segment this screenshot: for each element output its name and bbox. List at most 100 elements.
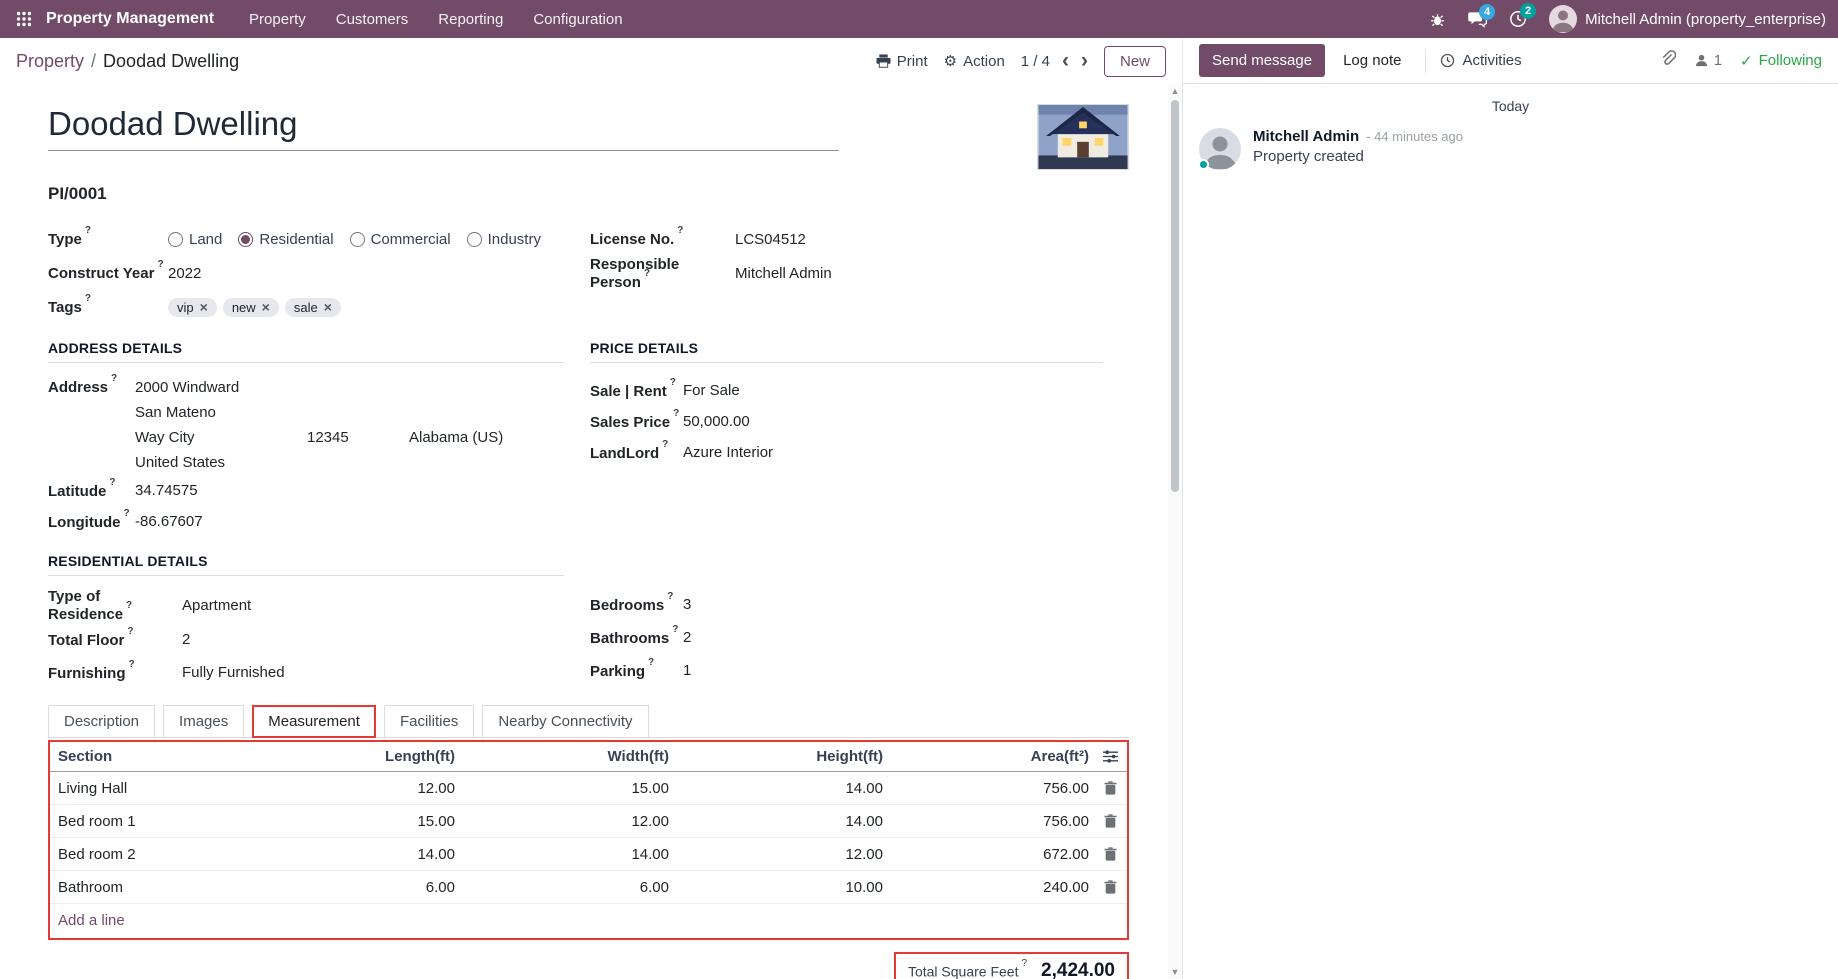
landlord-field[interactable]: Azure Interior bbox=[683, 444, 773, 461]
type-option-land[interactable]: Land bbox=[168, 231, 222, 248]
property-image[interactable] bbox=[1037, 104, 1129, 170]
construct-year-field[interactable]: 2022 bbox=[168, 265, 201, 282]
responsible-person-field[interactable]: Mitchell Admin bbox=[735, 265, 832, 282]
new-button[interactable]: New bbox=[1104, 46, 1166, 77]
cell-length[interactable]: 14.00 bbox=[245, 846, 459, 863]
sales-price-field[interactable]: 50,000.00 bbox=[683, 413, 750, 430]
menu-reporting[interactable]: Reporting bbox=[425, 3, 516, 36]
cell-width[interactable]: 15.00 bbox=[459, 780, 673, 797]
delete-row-icon[interactable] bbox=[1093, 814, 1127, 828]
cell-height[interactable]: 12.00 bbox=[673, 846, 887, 863]
cell-area[interactable]: 756.00 bbox=[887, 813, 1093, 830]
cell-length[interactable]: 15.00 bbox=[245, 813, 459, 830]
help-icon: ? bbox=[662, 439, 668, 450]
attachment-icon[interactable] bbox=[1660, 50, 1676, 71]
activities-icon[interactable]: 2 bbox=[1509, 10, 1527, 28]
cell-width[interactable]: 6.00 bbox=[459, 879, 673, 896]
print-button[interactable]: Print bbox=[876, 53, 928, 70]
delete-row-icon[interactable] bbox=[1093, 781, 1127, 795]
form-area: Doodad Dwelling bbox=[0, 84, 1182, 979]
cell-height[interactable]: 14.00 bbox=[673, 780, 887, 797]
type-option-commercial[interactable]: Commercial bbox=[350, 231, 451, 248]
delete-row-icon[interactable] bbox=[1093, 880, 1127, 894]
sale-rent-field[interactable]: For Sale bbox=[683, 382, 740, 399]
cell-section[interactable]: Bed room 1 bbox=[50, 813, 245, 830]
optional-columns-icon[interactable] bbox=[1093, 750, 1127, 763]
cell-area[interactable]: 672.00 bbox=[887, 846, 1093, 863]
cell-section[interactable]: Bed room 2 bbox=[50, 846, 245, 863]
menu-configuration[interactable]: Configuration bbox=[520, 3, 635, 36]
bedrooms-field[interactable]: 3 bbox=[683, 596, 691, 613]
menu-customers[interactable]: Customers bbox=[323, 3, 422, 36]
messages-icon[interactable]: 4 bbox=[1468, 11, 1487, 28]
pager-next-icon[interactable]: › bbox=[1081, 53, 1088, 69]
cell-width[interactable]: 12.00 bbox=[459, 813, 673, 830]
cell-section[interactable]: Bathroom bbox=[50, 879, 245, 896]
pager-previous-icon[interactable]: ‹ bbox=[1062, 53, 1069, 69]
tag-sale[interactable]: sale× bbox=[285, 298, 341, 317]
tab-images[interactable]: Images bbox=[163, 705, 244, 738]
tag-remove-icon[interactable]: × bbox=[324, 300, 332, 314]
cell-area[interactable]: 240.00 bbox=[887, 879, 1093, 896]
delete-row-icon[interactable] bbox=[1093, 847, 1127, 861]
scroll-up-icon[interactable]: ▲ bbox=[1168, 86, 1182, 96]
radio-land[interactable] bbox=[168, 232, 183, 247]
type-option-residential[interactable]: Residential bbox=[238, 231, 333, 248]
scrollbar-thumb[interactable] bbox=[1171, 100, 1179, 492]
address-zip[interactable]: 12345 bbox=[307, 429, 409, 446]
type-of-residence-field[interactable]: Apartment bbox=[182, 597, 251, 614]
tag-new[interactable]: new× bbox=[223, 298, 279, 317]
cell-height[interactable]: 14.00 bbox=[673, 813, 887, 830]
help-icon: ? bbox=[1021, 958, 1027, 969]
address-state[interactable]: Alabama (US) bbox=[409, 429, 503, 446]
cell-area[interactable]: 756.00 bbox=[887, 780, 1093, 797]
apps-grid-icon[interactable] bbox=[8, 0, 40, 38]
address-street2[interactable]: San Mateno bbox=[135, 404, 216, 421]
parking-field[interactable]: 1 bbox=[683, 662, 691, 679]
user-menu[interactable]: Mitchell Admin (property_enterprise) bbox=[1549, 5, 1826, 33]
address-country[interactable]: United States bbox=[135, 454, 225, 471]
action-button[interactable]: ⚙ Action bbox=[944, 52, 1005, 70]
radio-residential[interactable] bbox=[238, 232, 253, 247]
address-street[interactable]: 2000 Windward bbox=[135, 379, 239, 396]
total-floor-field[interactable]: 2 bbox=[182, 631, 190, 648]
menu-property[interactable]: Property bbox=[236, 3, 319, 36]
breadcrumb-property[interactable]: Property bbox=[16, 51, 84, 72]
cell-length[interactable]: 12.00 bbox=[245, 780, 459, 797]
tab-facilities[interactable]: Facilities bbox=[384, 705, 474, 738]
cell-length[interactable]: 6.00 bbox=[245, 879, 459, 896]
log-note-button[interactable]: Log note bbox=[1333, 44, 1411, 77]
cell-height[interactable]: 10.00 bbox=[673, 879, 887, 896]
type-option-industry[interactable]: Industry bbox=[467, 231, 541, 248]
latitude-field[interactable]: 34.74575 bbox=[135, 482, 198, 499]
followers-button[interactable]: 1 bbox=[1694, 52, 1722, 69]
tag-vip[interactable]: vip× bbox=[168, 298, 217, 317]
address-field[interactable]: 2000 Windward San Mateno Way City 12345 … bbox=[135, 375, 503, 475]
radio-commercial[interactable] bbox=[350, 232, 365, 247]
tab-nearby-connectivity[interactable]: Nearby Connectivity bbox=[482, 705, 648, 738]
help-icon: ? bbox=[85, 225, 91, 236]
tags-field[interactable]: vip× new× sale× bbox=[168, 298, 341, 317]
tag-remove-icon[interactable]: × bbox=[200, 300, 208, 314]
scroll-down-icon[interactable]: ▼ bbox=[1168, 967, 1182, 977]
radio-industry[interactable] bbox=[467, 232, 482, 247]
debug-icon[interactable] bbox=[1429, 11, 1446, 28]
add-a-line-link[interactable]: Add a line bbox=[50, 904, 1127, 938]
license-field[interactable]: LCS04512 bbox=[735, 231, 806, 248]
vertical-scrollbar[interactable]: ▲ ▼ bbox=[1168, 84, 1182, 979]
address-city[interactable]: Way City bbox=[135, 429, 307, 446]
tag-remove-icon[interactable]: × bbox=[262, 300, 270, 314]
cell-section[interactable]: Living Hall bbox=[50, 780, 245, 797]
longitude-field[interactable]: -86.67607 bbox=[135, 513, 203, 530]
cell-width[interactable]: 14.00 bbox=[459, 846, 673, 863]
activities-button[interactable]: Activities bbox=[1440, 52, 1521, 69]
property-title[interactable]: Doodad Dwelling bbox=[48, 104, 839, 144]
app-title[interactable]: Property Management bbox=[46, 10, 214, 28]
bathrooms-field[interactable]: 2 bbox=[683, 629, 691, 646]
tab-description[interactable]: Description bbox=[48, 705, 155, 738]
following-button[interactable]: ✓ Following bbox=[1740, 52, 1822, 70]
furnishing-field[interactable]: Fully Furnished bbox=[182, 664, 285, 681]
send-message-button[interactable]: Send message bbox=[1199, 44, 1325, 77]
tab-measurement[interactable]: Measurement bbox=[252, 705, 376, 738]
message-author[interactable]: Mitchell Admin bbox=[1253, 128, 1359, 145]
